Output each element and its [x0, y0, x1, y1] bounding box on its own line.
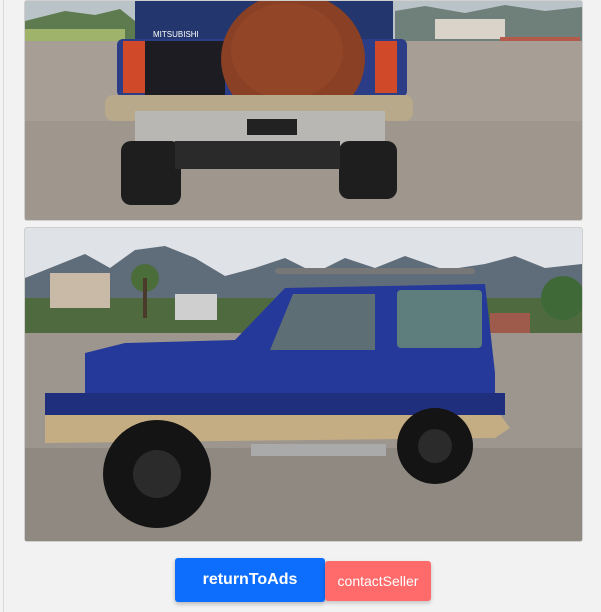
page-divider [3, 0, 4, 612]
return-to-ads-button[interactable]: returnToAds [175, 558, 325, 602]
brand-badge-text: MITSUBISHI [153, 30, 199, 39]
listing-photo-side[interactable] [24, 227, 583, 542]
contact-seller-button[interactable]: contactSeller [325, 561, 431, 601]
rear-photo-image: MITSUBISHI [25, 1, 582, 220]
listing-photo-rear[interactable]: MITSUBISHI [24, 0, 583, 221]
side-photo-image [25, 228, 582, 541]
